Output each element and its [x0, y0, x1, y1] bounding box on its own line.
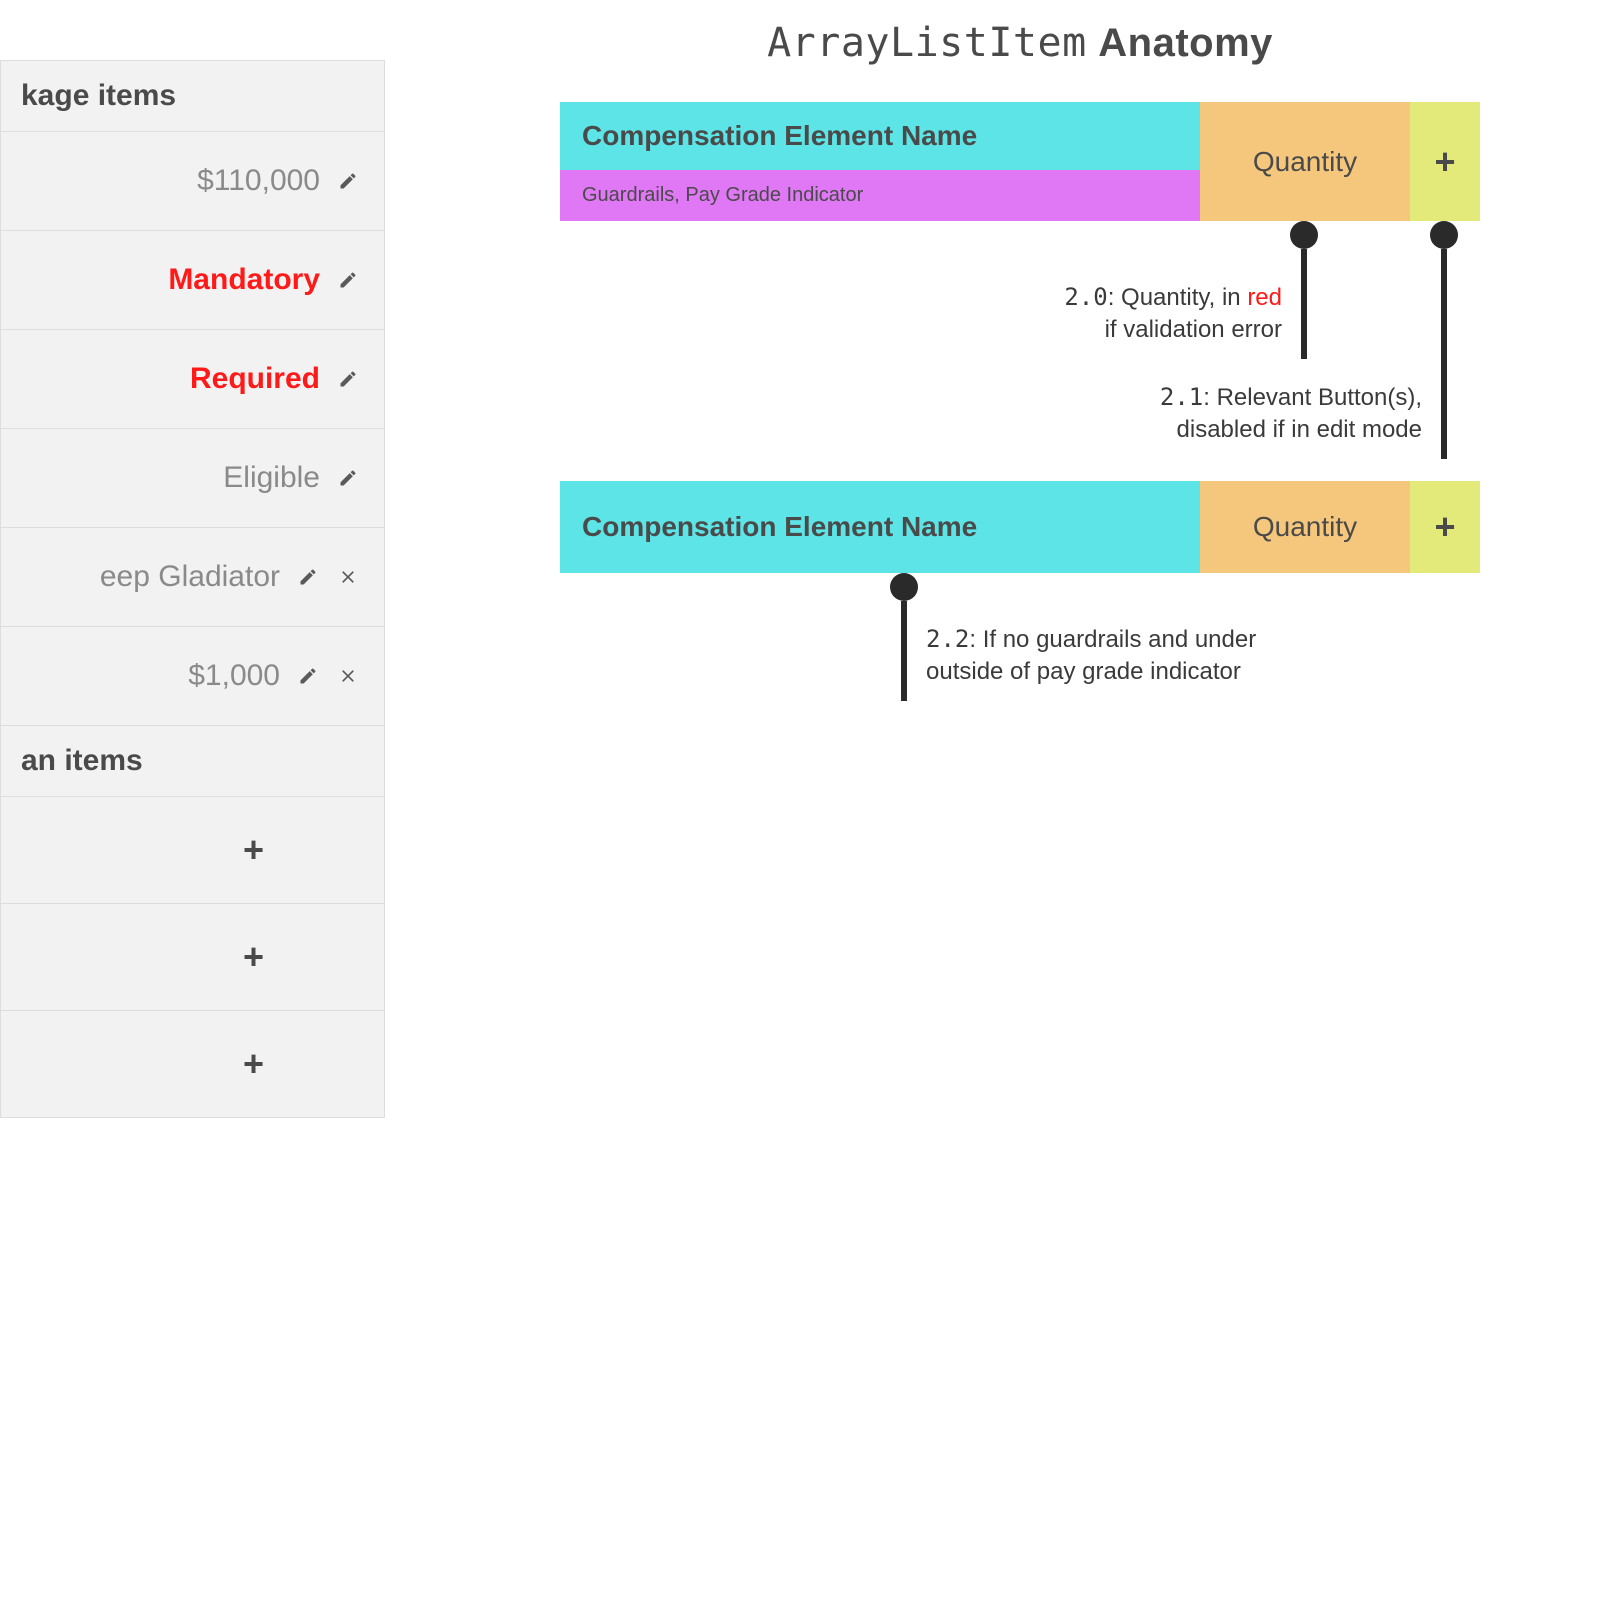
anatomy-title: ArrayListItem Anatomy [560, 20, 1480, 66]
package-item-row: $110,000 [1, 132, 384, 231]
pin-line [1301, 249, 1307, 359]
annotation-pin: 2.0: Quantity, in red if validation erro… [1290, 221, 1318, 359]
annotation-pins-2: 2.2: If no guardrails and under outside … [560, 573, 1480, 753]
annotation-pins-1: 2.0: Quantity, in red if validation erro… [560, 221, 1480, 481]
add-button[interactable]: + [243, 936, 264, 978]
pin-line [1441, 249, 1447, 459]
annotation-label: 2.1: Relevant Button(s), disabled if in … [1160, 381, 1422, 447]
remove-icon[interactable] [336, 664, 360, 688]
item-value: Mandatory [168, 263, 320, 297]
pin-dot-icon [1430, 221, 1458, 249]
item-value: $1,000 [188, 659, 280, 693]
element-name-region: Compensation Element Name [560, 481, 1200, 573]
add-button[interactable]: + [243, 1043, 264, 1085]
pin-dot-icon [890, 573, 918, 601]
edit-icon[interactable] [336, 268, 360, 292]
anatomy-block-no-guardrails: Compensation Element Name Quantity + [560, 481, 1480, 573]
item-value: Required [190, 362, 320, 396]
anatomy-block-with-guardrails: Compensation Element Name Guardrails, Pa… [560, 102, 1480, 221]
title-mono: ArrayListItem [767, 20, 1087, 66]
add-item-row: + [1, 797, 384, 904]
remove-icon[interactable] [336, 565, 360, 589]
pin-line [901, 601, 907, 701]
red-text: red [1247, 284, 1282, 311]
action-button-region: + [1410, 481, 1480, 573]
sidebar-panel: kage items $110,000 Mandatory Required E… [0, 60, 385, 1118]
quantity-region: Quantity [1200, 481, 1410, 573]
annotation-pin: 2.2: If no guardrails and under outside … [890, 573, 918, 701]
name-column: Compensation Element Name Guardrails, Pa… [560, 102, 1200, 221]
edit-icon[interactable] [296, 565, 320, 589]
item-value: eep Gladiator [100, 560, 280, 594]
pin-dot-icon [1290, 221, 1318, 249]
annotation-number: 2.2 [926, 625, 969, 653]
package-item-row: $1,000 [1, 627, 384, 726]
edit-icon[interactable] [336, 466, 360, 490]
element-name-region: Compensation Element Name [560, 102, 1200, 170]
edit-icon[interactable] [336, 367, 360, 391]
anatomy-diagram: ArrayListItem Anatomy Compensation Eleme… [560, 20, 1480, 753]
annotation-label: 2.0: Quantity, in red if validation erro… [1064, 281, 1282, 347]
add-button[interactable]: + [243, 829, 264, 871]
annotation-label: 2.2: If no guardrails and under outside … [926, 623, 1256, 689]
package-item-row: Mandatory [1, 231, 384, 330]
annotation-number: 2.1 [1160, 383, 1203, 411]
package-item-row: Eligible [1, 429, 384, 528]
sidebar-section-header-2: an items [1, 726, 384, 797]
annotation-number: 2.0 [1064, 283, 1107, 311]
title-bold: Anatomy [1098, 21, 1273, 65]
quantity-region: Quantity [1200, 102, 1410, 221]
item-value: $110,000 [197, 164, 320, 198]
package-item-row: Required [1, 330, 384, 429]
add-item-row: + [1, 1011, 384, 1117]
add-item-row: + [1, 904, 384, 1011]
package-item-row: eep Gladiator [1, 528, 384, 627]
guardrails-region: Guardrails, Pay Grade Indicator [560, 170, 1200, 221]
sidebar-section-header-1: kage items [1, 61, 384, 132]
edit-icon[interactable] [336, 169, 360, 193]
action-button-region: + [1410, 102, 1480, 221]
item-value: Eligible [223, 461, 320, 495]
edit-icon[interactable] [296, 664, 320, 688]
annotation-pin: 2.1: Relevant Button(s), disabled if in … [1430, 221, 1458, 459]
